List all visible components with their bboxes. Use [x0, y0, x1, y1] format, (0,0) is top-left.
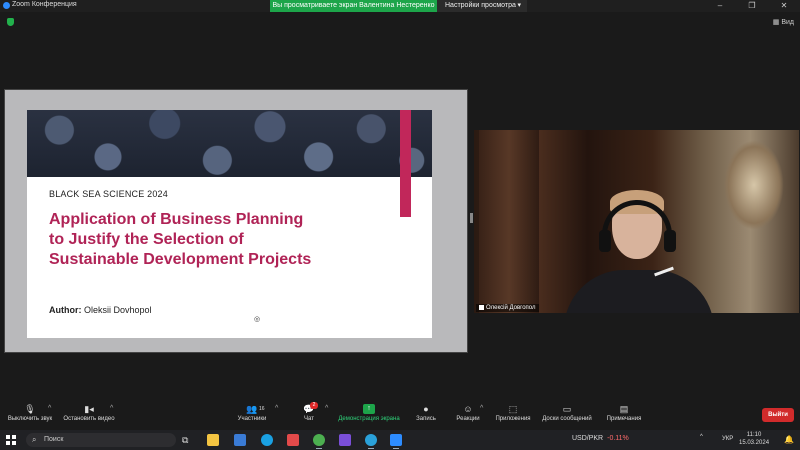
file-explorer-icon[interactable]: [207, 434, 219, 446]
background-curtain: [479, 130, 539, 313]
share-screen-button[interactable]: ↑ Демонстрация экрана: [334, 404, 404, 422]
window-titlebar: Zoom Конференция Вы просматриваете экран…: [0, 0, 800, 12]
share-screen-label: Демонстрация экрана: [338, 416, 400, 422]
window-controls: – ❐ ✕: [704, 0, 800, 12]
whiteboards-button[interactable]: ▭ Доски сообщений: [539, 404, 595, 422]
view-options-label: Настройки просмотра: [445, 2, 516, 9]
tray-overflow-icon[interactable]: ^: [700, 434, 703, 440]
participants-count: 16: [259, 406, 265, 412]
zoom-taskbar-icon[interactable]: [390, 434, 402, 449]
notifications-icon[interactable]: 🔔: [784, 435, 794, 444]
participant-body: [564, 270, 714, 313]
telegram-icon[interactable]: [365, 434, 377, 449]
mute-label: Выключить звук: [7, 416, 53, 422]
participant-name-tag: Олексій Довгопол: [476, 304, 539, 312]
audio-options-caret-icon[interactable]: ^: [48, 405, 51, 412]
notes-icon: ▤: [619, 404, 629, 414]
slide-title-line: to Justify the Selection of: [49, 231, 244, 248]
notes-label: Примечания: [606, 416, 642, 422]
background-lamp: [724, 140, 784, 230]
taskbar-clock[interactable]: 11:10 15.03.2024: [739, 431, 769, 447]
chat-label: Чат: [304, 416, 314, 422]
ticker-symbol: USD/PKR: [572, 435, 604, 442]
video-options-caret-icon[interactable]: ^: [110, 405, 113, 412]
taskbar-search-input[interactable]: ⌕ Поиск: [26, 433, 176, 447]
blueberries-photo: [27, 110, 432, 177]
participant-name: Олексій Довгопол: [486, 305, 536, 311]
minimize-icon[interactable]: –: [704, 0, 736, 12]
apps-label: Приложения: [495, 416, 531, 422]
search-placeholder: Поиск: [44, 436, 64, 443]
reactions-label: Реакции: [456, 416, 480, 422]
share-screen-icon: ↑: [363, 404, 375, 414]
apps-icon: ⬚: [508, 404, 518, 414]
chevron-down-icon: ▾: [517, 2, 521, 9]
record-icon: ●: [423, 404, 429, 414]
video-camera-icon: ▮◂: [84, 404, 94, 414]
participant-video[interactable]: [474, 130, 799, 313]
slide-title-line: Application of Business Planning: [49, 211, 304, 228]
participants-button[interactable]: 👥 Участники: [232, 404, 272, 422]
chat-caret-icon[interactable]: ^: [325, 405, 328, 412]
microphone-icon: 🎙: [24, 404, 36, 414]
media-app-icon[interactable]: [287, 434, 299, 446]
edge-browser-icon[interactable]: [261, 434, 273, 446]
view-button[interactable]: ▦ Вид: [773, 18, 794, 26]
reactions-caret-icon[interactable]: ^: [480, 405, 483, 412]
slide-conference-label: BLACK SEA SCIENCE 2024: [49, 189, 168, 199]
apps-button[interactable]: ⬚ Приложения: [492, 404, 534, 422]
search-icon: ⌕: [32, 435, 37, 444]
whiteboards-label: Доски сообщений: [542, 416, 592, 422]
screen-share-banner: Вы просматриваете экран Валентина Нестер…: [270, 0, 437, 12]
close-icon[interactable]: ✕: [768, 0, 800, 12]
author-name: Oleksii Dovhopol: [84, 305, 152, 315]
security-shield-icon[interactable]: [7, 18, 14, 26]
slide-author: Author: Oleksii Dovhopol: [49, 305, 152, 315]
windows-start-icon[interactable]: [6, 435, 16, 445]
restore-icon[interactable]: ❐: [736, 0, 768, 12]
messenger-icon[interactable]: [339, 434, 351, 446]
clock-date: 15.03.2024: [739, 440, 770, 446]
ticker-change: -0.11%: [607, 435, 629, 442]
participants-caret-icon[interactable]: ^: [275, 405, 278, 412]
grid-icon: ▦: [772, 19, 780, 26]
chat-unread-badge: 2: [310, 402, 318, 409]
windows-taskbar: ⌕ Поиск ⧉: [0, 430, 800, 450]
view-button-label: Вид: [781, 19, 794, 26]
clock-time: 11:10: [746, 432, 762, 438]
mouse-cursor-icon: ◎: [254, 316, 261, 323]
view-options-button[interactable]: Настройки просмотра ▾: [437, 0, 527, 12]
reaction-smiley-icon: ☺: [463, 404, 473, 414]
store-icon[interactable]: [234, 434, 246, 446]
split-drag-handle[interactable]: [470, 213, 473, 223]
record-button[interactable]: ● Запись: [412, 404, 440, 422]
currency-ticker[interactable]: USD/PKR -0.11%: [572, 435, 629, 442]
whiteboard-icon: ▭: [562, 404, 572, 414]
window-title: Zoom Конференция: [12, 1, 77, 8]
record-label: Запись: [416, 416, 436, 422]
slide-accent-bar: [400, 110, 411, 217]
zoom-app-icon: [3, 2, 10, 9]
slide-title: Application of Business Planning to Just…: [49, 210, 379, 270]
slide-title-line: Sustainable Development Projects: [49, 251, 312, 268]
language-indicator[interactable]: УКР: [722, 436, 733, 442]
participants-label: Участники: [237, 416, 267, 422]
participants-icon: 👥: [246, 404, 258, 414]
stop-video-label: Остановить видео: [63, 416, 115, 422]
headset-earcup: [664, 230, 676, 252]
leave-meeting-button[interactable]: Выйти: [762, 408, 794, 422]
headset-earcup: [599, 230, 611, 252]
author-label: Author:: [49, 305, 82, 315]
presentation-slide: BLACK SEA SCIENCE 2024 Application of Bu…: [27, 110, 432, 338]
task-view-icon[interactable]: ⧉: [182, 434, 194, 446]
notes-button[interactable]: ▤ Примечания: [603, 404, 645, 422]
chrome-browser-icon[interactable]: [313, 434, 325, 449]
signal-bars-icon: [479, 304, 484, 310]
